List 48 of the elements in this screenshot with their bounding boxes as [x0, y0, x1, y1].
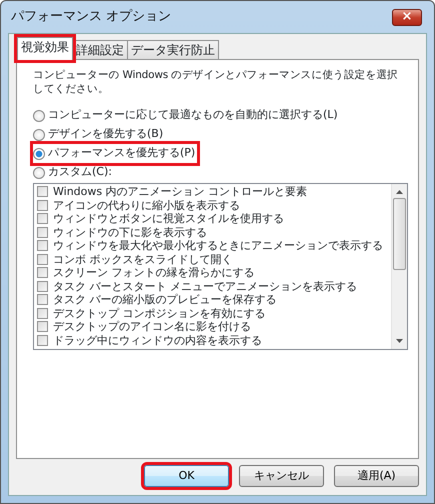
checkbox-label[interactable]: ドラッグ中にウィンドウの内容を表示する: [53, 334, 262, 347]
checkbox-label[interactable]: タスク バーの縮小版のプレビューを保存する: [53, 293, 276, 306]
tab[interactable]: 視覚効果: [17, 37, 73, 60]
radio-button[interactable]: [33, 110, 45, 122]
tab[interactable]: データ実行防止: [127, 40, 219, 60]
description-text: コンピューターの Windows のデザインとパフォーマンスに使う設定を選択してください。: [33, 68, 399, 96]
radio-label[interactable]: コンピューターに応じて最適なものを自動的に選択する(L): [48, 107, 338, 124]
radio-label[interactable]: カスタム(C):: [48, 164, 112, 181]
checkbox[interactable]: [37, 280, 48, 292]
radio-option[interactable]: カスタム(C):: [33, 163, 114, 182]
checkbox[interactable]: [37, 267, 48, 278]
checkbox-label[interactable]: Windows 内のアニメーション コントロールと要素: [53, 185, 308, 198]
checkbox-label[interactable]: タスク バーとスタート メニューでアニメーションを表示する: [53, 280, 357, 293]
checkbox[interactable]: [37, 213, 48, 224]
radio-option[interactable]: パフォーマンスを優先する(P): [33, 144, 198, 163]
checkbox[interactable]: [37, 226, 48, 238]
checkbox[interactable]: [37, 254, 48, 265]
radio-option[interactable]: コンピューターに応じて最適なものを自動的に選択する(L): [33, 106, 340, 125]
radio-label[interactable]: パフォーマンスを優先する(P): [48, 145, 196, 162]
dialog-button[interactable]: OK: [144, 465, 229, 487]
dialog-button[interactable]: 適用(A): [334, 465, 419, 487]
checkbox-label[interactable]: デスクトップ コンポジションを有効にする: [53, 306, 266, 320]
checkbox[interactable]: [37, 321, 48, 332]
scrollbar[interactable]: [391, 184, 407, 349]
radio-button[interactable]: [33, 166, 45, 178]
radio-button[interactable]: [33, 148, 45, 160]
close-button[interactable]: ×: [392, 8, 422, 26]
radio-option[interactable]: デザインを優先する(B): [33, 125, 166, 144]
radio-button[interactable]: [33, 128, 45, 140]
checkbox-label[interactable]: コンボ ボックスをスライドして開く: [53, 252, 232, 266]
checkbox-label[interactable]: デスクトップのアイコン名に影を付ける: [53, 320, 251, 334]
checkbox[interactable]: [37, 200, 48, 211]
checkbox[interactable]: [37, 334, 48, 346]
radio-label[interactable]: デザインを優先する(B): [48, 126, 164, 143]
scroll-down-icon[interactable]: [396, 339, 403, 343]
scroll-thumb[interactable]: [393, 198, 406, 270]
scroll-up-icon[interactable]: [396, 190, 403, 194]
checkbox-label[interactable]: ウィンドウの下に影を表示する: [53, 226, 207, 239]
checkbox[interactable]: [37, 294, 48, 306]
checkbox-label[interactable]: アイコンの代わりに縮小版を表示する: [53, 198, 240, 212]
window-title: パフォーマンス オプション: [10, 8, 172, 26]
checkbox-label[interactable]: スクリーン フォントの縁を滑らかにする: [53, 266, 254, 280]
checkbox[interactable]: [37, 240, 48, 252]
checkbox-label[interactable]: ウィンドウを最大化や最小化するときにアニメーションで表示する: [53, 239, 383, 252]
dialog-button[interactable]: キャンセル: [239, 465, 324, 487]
checkbox[interactable]: [37, 186, 48, 198]
checkbox[interactable]: [37, 308, 48, 319]
checkbox-label[interactable]: ウィンドウとボタンに視覚スタイルを使用する: [53, 212, 284, 226]
